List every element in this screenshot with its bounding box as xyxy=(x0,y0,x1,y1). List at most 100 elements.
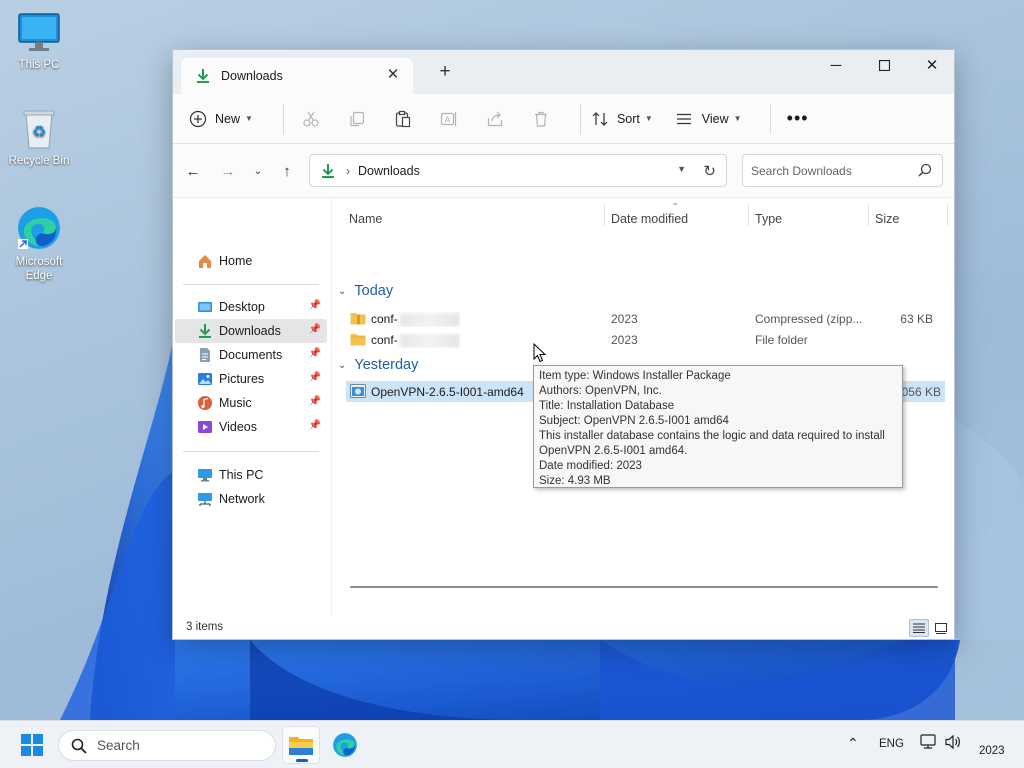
group-label: Today xyxy=(354,283,394,299)
share-icon xyxy=(487,111,503,126)
desktop-icon-this-pc[interactable]: This PC xyxy=(1,12,77,72)
column-header-type[interactable]: Type xyxy=(755,212,782,226)
search-box[interactable] xyxy=(742,154,943,187)
file-row[interactable]: conf- 2023 File folder xyxy=(346,329,945,350)
new-tab-icon[interactable]: + xyxy=(435,62,455,82)
horizontal-scrollbar[interactable] xyxy=(350,586,938,588)
cut-button[interactable] xyxy=(294,104,328,134)
pin-icon: 📌 xyxy=(308,348,321,359)
delete-button[interactable] xyxy=(524,104,558,134)
file-explorer-icon xyxy=(289,737,313,755)
column-divider[interactable] xyxy=(748,204,749,226)
volume-icon[interactable] xyxy=(944,734,962,753)
column-header-size[interactable]: Size xyxy=(875,212,899,226)
maximize-button[interactable] xyxy=(861,50,907,80)
close-tab-icon[interactable]: ✕ xyxy=(385,67,401,83)
download-icon xyxy=(322,163,334,178)
tab-downloads[interactable]: Downloads ✕ xyxy=(181,58,413,94)
copy-icon xyxy=(350,111,365,126)
taskbar-search[interactable]: Search xyxy=(58,730,276,761)
file-size: 63 KB xyxy=(900,312,933,326)
recycle-bin-icon: ♻ xyxy=(23,110,55,149)
videos-icon xyxy=(197,419,213,435)
column-header-name[interactable]: Name xyxy=(349,212,382,226)
up-button[interactable]: ↑ xyxy=(276,160,298,182)
sidebar-item-pictures[interactable]: Pictures 📌 xyxy=(175,367,327,391)
search-input[interactable] xyxy=(751,163,911,178)
chevron-down-icon[interactable]: ▼ xyxy=(677,164,686,174)
breadcrumb-downloads[interactable]: Downloads xyxy=(358,164,420,178)
start-button[interactable] xyxy=(13,726,51,764)
sort-chevron-icon: ⌄ xyxy=(672,198,679,207)
desktop-icon-recycle-bin[interactable]: ♻ Recycle Bin xyxy=(1,108,77,168)
column-headers: Name ⌄ Date modified Type Size xyxy=(332,198,954,228)
paste-button[interactable] xyxy=(386,104,420,134)
chevron-down-icon: ▼ xyxy=(644,114,653,123)
share-button[interactable] xyxy=(478,104,512,134)
maximize-icon xyxy=(878,59,890,71)
new-button[interactable]: New ▼ xyxy=(189,104,253,134)
clock[interactable]: 2023 xyxy=(979,745,1005,757)
item-count: 3 items xyxy=(186,621,224,633)
music-icon xyxy=(197,395,213,411)
toolbar-divider xyxy=(769,103,771,134)
home-icon xyxy=(197,253,213,269)
column-divider[interactable] xyxy=(604,204,605,226)
network-status-icon[interactable] xyxy=(920,734,938,753)
sidebar-item-downloads[interactable]: Downloads 📌 xyxy=(175,319,327,343)
sidebar-item-music[interactable]: Music 📌 xyxy=(175,391,327,415)
sidebar-item-network[interactable]: Network xyxy=(175,487,327,511)
taskbar-file-explorer[interactable] xyxy=(282,726,320,764)
chevron-right-icon: › xyxy=(346,163,350,178)
minimize-button[interactable]: ─ xyxy=(813,50,859,80)
file-row[interactable]: conf- 2023 Compressed (zipp... 63 KB xyxy=(346,308,945,329)
new-label: New xyxy=(215,111,241,126)
sidebar-item-home[interactable]: Home xyxy=(175,249,327,273)
back-button[interactable]: ← xyxy=(182,160,204,182)
navigation-pane: Home Desktop 📌 Downloads 📌 Documents 📌 P… xyxy=(173,198,331,618)
sort-button[interactable]: Sort ▼ xyxy=(591,104,653,134)
file-date: 2023 xyxy=(611,312,638,326)
sidebar-divider xyxy=(183,451,319,452)
installer-icon xyxy=(350,384,366,398)
sidebar-item-videos[interactable]: Videos 📌 xyxy=(175,415,327,439)
sidebar-item-desktop[interactable]: Desktop 📌 xyxy=(175,295,327,319)
close-window-button[interactable]: ✕ xyxy=(909,50,954,80)
recent-locations-button[interactable]: ⌄ xyxy=(247,160,269,182)
redacted-text xyxy=(399,312,460,327)
desktop-icon-edge[interactable]: Microsoft Edge xyxy=(1,205,77,283)
column-header-date[interactable]: Date modified xyxy=(611,212,688,226)
zip-folder-icon xyxy=(350,313,366,325)
taskbar-edge[interactable] xyxy=(326,726,364,764)
group-header-yesterday[interactable]: ⌄ Yesterday xyxy=(338,357,418,373)
column-divider[interactable] xyxy=(947,204,948,226)
chevron-down-icon: ⌄ xyxy=(338,359,347,371)
folder-icon xyxy=(350,334,366,346)
view-button[interactable]: View ▼ xyxy=(675,104,742,134)
sidebar-item-documents[interactable]: Documents 📌 xyxy=(175,343,327,367)
sidebar-item-this-pc[interactable]: This PC xyxy=(175,463,327,487)
rename-button[interactable]: A xyxy=(432,104,466,134)
details-view-icon xyxy=(913,623,925,633)
trash-icon xyxy=(534,111,547,127)
file-type: File folder xyxy=(755,333,808,347)
svg-text:♻: ♻ xyxy=(32,122,46,141)
more-icon: ••• xyxy=(786,108,809,128)
group-header-today[interactable]: ⌄ Today xyxy=(338,283,393,299)
search-icon xyxy=(918,163,932,177)
details-view-button[interactable] xyxy=(909,619,929,637)
copy-button[interactable] xyxy=(340,104,374,134)
refresh-icon[interactable]: ↻ xyxy=(703,162,716,180)
tiles-view-button[interactable] xyxy=(931,619,951,637)
language-indicator[interactable]: ENG xyxy=(879,738,904,750)
address-bar[interactable]: › Downloads ▼ ↻ xyxy=(309,154,727,187)
plus-circle-icon xyxy=(189,110,207,127)
column-divider[interactable] xyxy=(868,204,869,226)
pictures-icon xyxy=(197,371,213,387)
network-icon xyxy=(197,491,213,507)
forward-button[interactable]: → xyxy=(217,160,239,182)
show-hidden-icons-button[interactable]: ⌃ xyxy=(847,735,859,752)
windows-logo-icon xyxy=(21,734,43,756)
search-icon xyxy=(71,738,87,754)
more-options-button[interactable]: ••• xyxy=(781,104,815,134)
